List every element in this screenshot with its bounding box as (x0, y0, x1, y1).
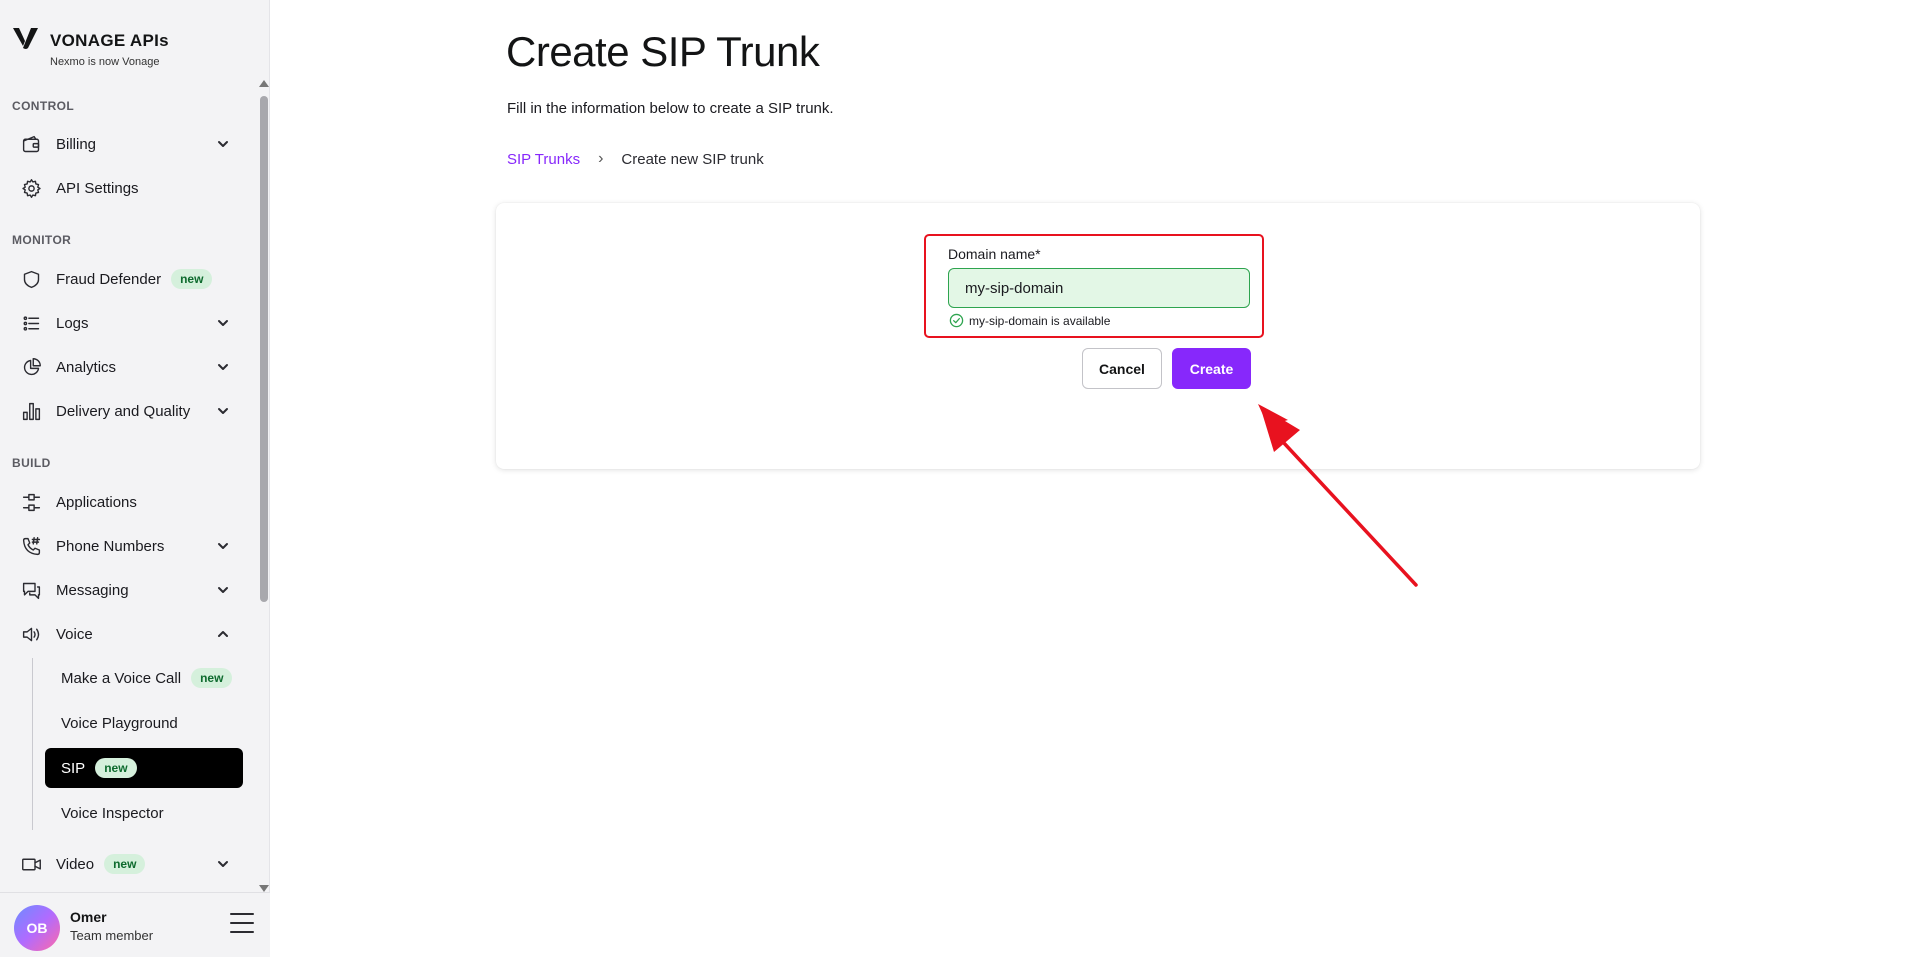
sidebar-item-label: Voice Playground (61, 714, 178, 732)
chevron-down-icon (216, 583, 230, 597)
page-title: Create SIP Trunk (506, 28, 820, 75)
domain-name-label: Domain name* (948, 246, 1041, 262)
user-role: Team member (70, 928, 154, 943)
speaker-icon (14, 624, 48, 645)
sidebar-item-label: Billing (56, 135, 97, 153)
gear-icon (14, 178, 48, 199)
breadcrumb-link-sip-trunks[interactable]: SIP Trunks (507, 151, 580, 168)
sidebar-item-label: Logs (56, 314, 89, 332)
chevron-up-icon (216, 627, 230, 641)
list-icon (14, 313, 48, 334)
domain-name-input[interactable] (948, 268, 1250, 308)
annotation-arrow-icon (1258, 404, 1418, 587)
sidebar-item-label: Voice Inspector (61, 804, 164, 822)
section-monitor: MONITOR (12, 233, 72, 247)
sidebar-item-video[interactable]: Video new (14, 846, 244, 882)
sidebar-item-label: Make a Voice Call (61, 669, 182, 687)
sidebar-item-fraud-defender[interactable]: Fraud Defender new (14, 261, 244, 297)
shield-icon (14, 269, 48, 290)
chevron-down-icon (216, 360, 230, 374)
hamburger-menu-icon[interactable] (230, 913, 256, 935)
create-button[interactable]: Create (1172, 348, 1251, 389)
sidebar-item-label: Video (56, 855, 95, 873)
sidebar-subitem-sip[interactable]: SIP new (45, 748, 243, 788)
user-name: Omer (70, 909, 107, 925)
vonage-logo-icon (13, 28, 38, 49)
sidebar-item-label: Fraud Defender (56, 270, 162, 288)
availability-message: my-sip-domain is available (949, 313, 1110, 328)
sidebar-item-phone-numbers[interactable]: Phone Numbers (14, 528, 244, 564)
sidebar-item-logs[interactable]: Logs (14, 305, 244, 341)
sidebar-subitem-voice-playground[interactable]: Voice Playground (45, 703, 243, 743)
user-footer: OB Omer Team member (0, 892, 270, 957)
sidebar-item-voice[interactable]: Voice (14, 616, 244, 652)
sidebar-item-applications[interactable]: Applications (14, 484, 244, 520)
scroll-down-arrow-icon[interactable] (259, 885, 269, 892)
chevron-down-icon (216, 857, 230, 871)
sidebar-item-delivery-quality[interactable]: Delivery and Quality (14, 393, 244, 429)
video-camera-icon (14, 854, 48, 875)
sidebar-item-billing[interactable]: Billing (14, 126, 244, 162)
pie-chart-icon (14, 357, 48, 378)
submenu-divider (32, 658, 33, 830)
cancel-button[interactable]: Cancel (1082, 348, 1162, 389)
chevron-down-icon (216, 316, 230, 330)
chevron-right-icon: › (598, 150, 604, 167)
sidebar-item-analytics[interactable]: Analytics (14, 349, 244, 385)
avatar[interactable]: OB (14, 905, 60, 951)
sidebar-item-label: Messaging (56, 581, 129, 599)
breadcrumb-current: Create new SIP trunk (621, 150, 764, 168)
chevron-down-icon (216, 137, 230, 151)
sidebar-item-api-settings[interactable]: API Settings (14, 170, 244, 206)
bar-chart-icon (14, 401, 48, 422)
section-control: CONTROL (12, 99, 75, 113)
sidebar-item-label: API Settings (56, 179, 139, 197)
brand-title: VONAGE APIs (50, 31, 169, 50)
sidebar-item-messaging[interactable]: Messaging (14, 572, 244, 608)
sidebar: VONAGE APIs Nexmo is now Vonage CONTROL … (0, 0, 270, 957)
section-build: BUILD (12, 456, 51, 470)
chevron-down-icon (216, 539, 230, 553)
applications-icon (14, 492, 48, 513)
phone-hash-icon (14, 536, 48, 557)
sidebar-item-label: Phone Numbers (56, 537, 165, 555)
sidebar-subitem-make-voice-call[interactable]: Make a Voice Call new (45, 658, 243, 698)
check-circle-icon (949, 313, 964, 328)
brand-subtitle: Nexmo is now Vonage (50, 56, 160, 68)
new-badge: new (191, 668, 233, 688)
sidebar-item-label: SIP (61, 759, 86, 777)
new-badge: new (95, 758, 137, 778)
chevron-down-icon (216, 404, 230, 418)
scroll-up-arrow-icon[interactable] (259, 80, 269, 87)
breadcrumb: SIP Trunks › Create new SIP trunk (507, 150, 764, 168)
sidebar-scrollbar[interactable] (258, 80, 270, 892)
sidebar-item-label: Voice (56, 625, 93, 643)
page-description: Fill in the information below to create … (507, 100, 834, 117)
sidebar-item-label: Applications (56, 493, 137, 511)
sidebar-item-label: Analytics (56, 358, 117, 376)
sidebar-subitem-voice-inspector[interactable]: Voice Inspector (45, 793, 243, 833)
scrollbar-thumb[interactable] (260, 96, 268, 602)
new-badge: new (171, 269, 213, 289)
chat-icon (14, 580, 48, 601)
sidebar-item-label: Delivery and Quality (56, 402, 191, 420)
availability-text: my-sip-domain is available (969, 313, 1111, 328)
wallet-icon (14, 134, 48, 155)
new-badge: new (104, 854, 146, 874)
